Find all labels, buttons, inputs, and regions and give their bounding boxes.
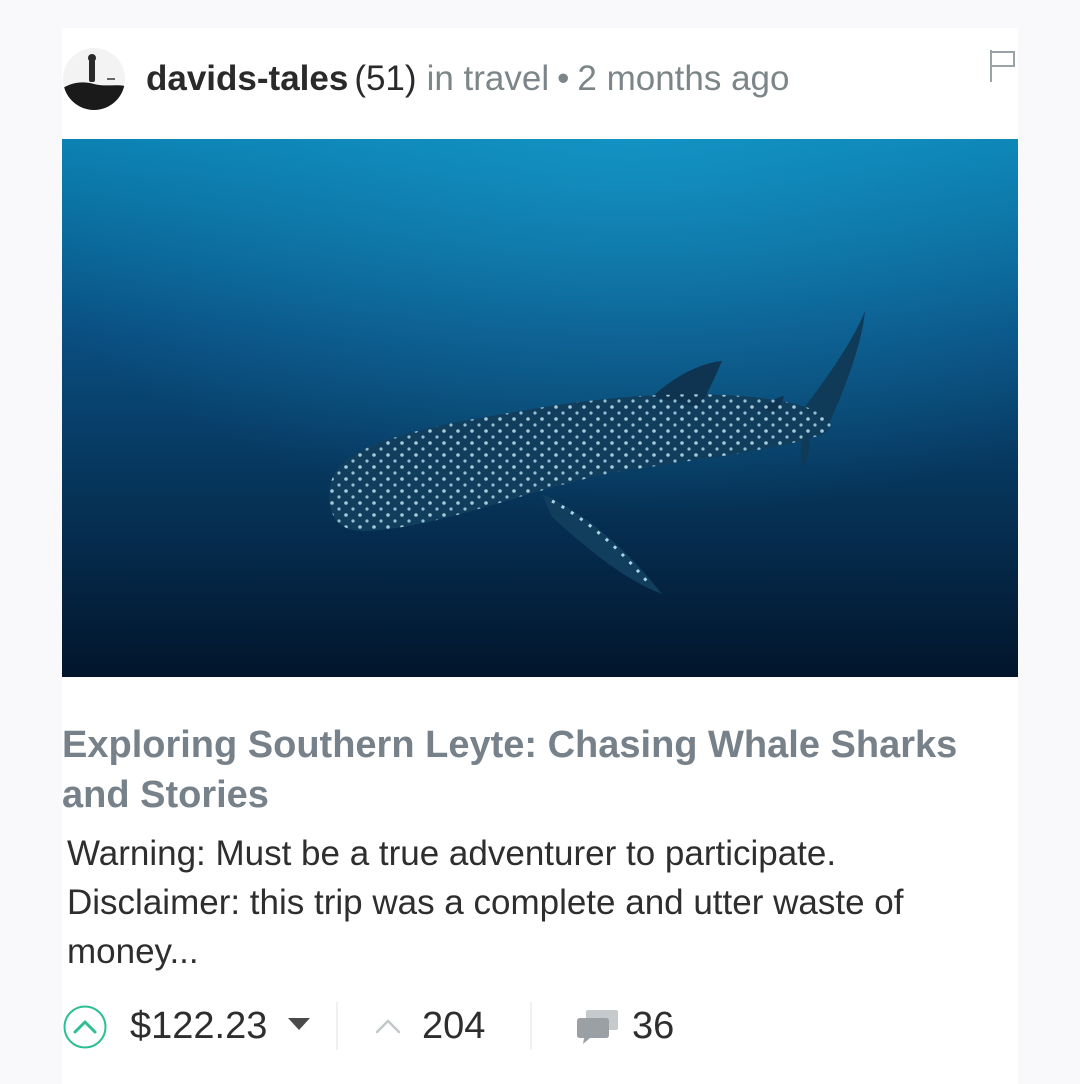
chevron-up-icon[interactable]: [374, 1016, 402, 1036]
avatar-image: [63, 48, 125, 110]
footer-divider: [336, 1002, 338, 1050]
flag-icon[interactable]: [988, 48, 1018, 84]
author-reputation: (51): [354, 59, 417, 98]
post-header: davids-tales (51) in travel • 2 months ago: [62, 48, 1018, 112]
author-link[interactable]: davids-tales: [146, 59, 348, 98]
votes-count[interactable]: 204: [422, 1002, 485, 1050]
post-footer: $122.23 204 36: [62, 1002, 1018, 1052]
chevron-down-icon[interactable]: [288, 1018, 310, 1032]
category-link[interactable]: in travel: [427, 59, 550, 98]
comments-icon[interactable]: [576, 1006, 620, 1046]
post-thumbnail-image[interactable]: [62, 139, 1018, 677]
footer-divider: [530, 1002, 532, 1050]
post-excerpt[interactable]: Warning: Must be a true adventurer to pa…: [67, 829, 967, 976]
payout-value[interactable]: $122.23: [130, 1002, 267, 1050]
meta-separator: •: [557, 59, 570, 98]
post-timestamp[interactable]: 2 months ago: [577, 59, 789, 98]
post-card[interactable]: davids-tales (51) in travel • 2 months ago: [62, 28, 1018, 1084]
post-title[interactable]: Exploring Southern Leyte: Chasing Whale …: [62, 720, 1002, 820]
upvote-circle-icon[interactable]: [63, 1005, 107, 1049]
avatar[interactable]: [63, 48, 125, 110]
post-meta: davids-tales (51) in travel • 2 months ago: [146, 57, 789, 101]
comments-count[interactable]: 36: [632, 1002, 674, 1050]
